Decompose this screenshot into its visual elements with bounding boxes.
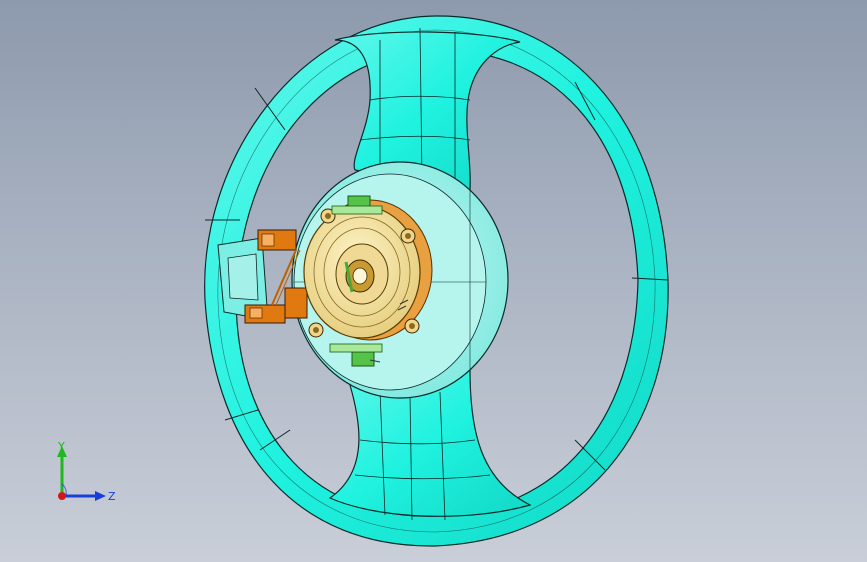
x-axis-dot-icon bbox=[58, 492, 66, 500]
steering-wheel-model[interactable] bbox=[0, 0, 867, 562]
y-axis-label: Y bbox=[57, 440, 65, 453]
orientation-triad[interactable]: Y Z bbox=[48, 440, 118, 510]
z-axis-label: Z bbox=[108, 490, 116, 503]
graphics-viewport[interactable]: Y Z bbox=[0, 0, 867, 562]
z-axis-arrow-icon bbox=[95, 491, 106, 501]
